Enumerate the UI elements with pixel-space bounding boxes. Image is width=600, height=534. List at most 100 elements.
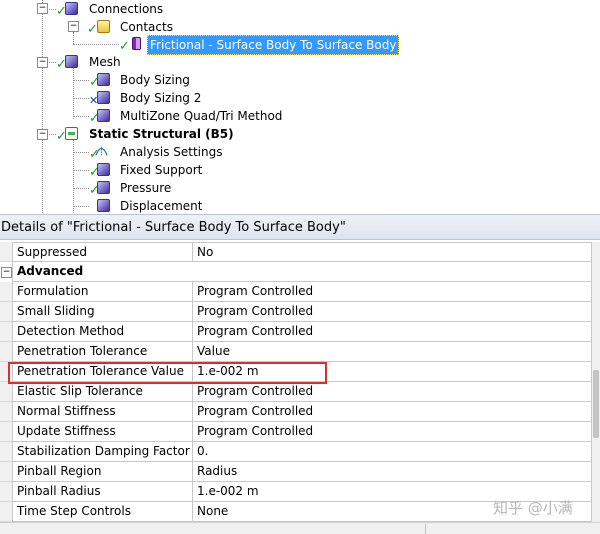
property-name: Formulation [12,282,193,302]
property-group-row[interactable]: − Advanced [0,262,592,282]
property-value[interactable]: No [192,242,592,262]
tree-node-label: Body Sizing [120,73,190,87]
tree-line [73,116,89,117]
tree-line [73,32,74,44]
property-name: Penetration Tolerance [12,342,193,362]
property-name: Detection Method [12,322,193,342]
sizing-icon [97,91,110,104]
tree-line [42,0,43,213]
contact-region-icon [132,37,141,50]
check-icon: ✓ [119,39,130,54]
tree-line [73,188,89,189]
row-gutter [0,322,12,342]
property-row-highlighted[interactable]: Penetration Tolerance Value 1.e-002 m [0,362,592,382]
mesh-icon [65,55,78,68]
row-gutter [0,382,12,402]
property-value[interactable]: Program Controlled [192,282,592,302]
analysis-settings-icon [95,146,108,156]
row-gutter [0,342,12,362]
property-value[interactable]: 0. [192,442,592,462]
property-name: Update Stiffness [12,422,193,442]
tree-line [73,44,119,45]
tree-node-label: Displacement [120,199,203,213]
status-bar [0,522,600,534]
property-value[interactable]: Program Controlled [192,302,592,322]
tree-node-label: Mesh [89,55,121,69]
property-name: Normal Stiffness [12,402,193,422]
tree-node-label: Pressure [120,181,172,195]
property-value[interactable]: Program Controlled [192,322,592,342]
tree-line [73,140,74,213]
property-name: Suppressed [12,242,193,262]
property-row[interactable]: Suppressed No [0,242,592,262]
collapse-toggle[interactable]: − [68,21,79,32]
property-row[interactable]: Penetration Tolerance Value [0,342,592,362]
row-gutter [0,482,12,502]
property-value[interactable]: 1.e-002 m [192,362,592,382]
tree-node-label: MultiZone Quad/Tri Method [120,109,283,123]
property-row[interactable]: Formulation Program Controlled [0,282,592,302]
row-gutter [0,282,12,302]
property-row[interactable]: Stabilization Damping Factor 0. [0,442,592,462]
property-value[interactable]: Radius [192,462,592,482]
row-gutter [0,462,12,482]
row-gutter [0,402,12,422]
property-row[interactable]: Elastic Slip Tolerance Program Controlle… [0,382,592,402]
property-name: Pinball Region [12,462,193,482]
method-icon [97,109,110,122]
tree-line [73,80,89,81]
collapse-toggle[interactable]: − [37,57,48,68]
tree-line [73,98,89,99]
row-gutter [0,442,12,462]
watermark: 知乎 @小满 [493,499,573,517]
folder-icon [97,20,110,33]
status-pane-divider [425,524,426,534]
details-panel-title: Details of "Frictional - Surface Body To… [0,214,600,240]
connections-icon [65,2,78,15]
property-value[interactable]: Value [192,342,592,362]
property-row[interactable]: Pinball Region Radius [0,462,592,482]
row-gutter [0,502,12,522]
fixed-support-icon [97,163,110,176]
details-scrollbar[interactable] [592,242,600,522]
row-gutter [0,242,12,262]
tree-node-label-selected: Frictional - Surface Body To Surface Bod… [147,35,400,55]
property-row[interactable]: Update Stiffness Program Controlled [0,422,592,442]
static-structural-icon [65,127,78,140]
property-value[interactable]: Program Controlled [192,382,592,402]
group-collapse-toggle[interactable]: − [1,267,12,278]
details-grid: Suppressed No − Advanced Formulation Pro… [0,242,592,522]
property-name: Pinball Radius [12,482,193,502]
tree-node-label: Analysis Settings [120,145,223,159]
tree-line [73,67,74,119]
displacement-icon [97,199,110,212]
tree-line [73,206,89,207]
sizing-icon [97,73,110,86]
property-value[interactable]: Program Controlled [192,402,592,422]
property-name: Elastic Slip Tolerance [12,382,193,402]
row-gutter [0,302,12,322]
tree-node-label: Connections [89,2,164,16]
tree-line [73,152,89,153]
property-name: Time Step Controls [12,502,193,522]
pressure-icon [97,181,110,194]
tree-node-label: Static Structural (B5) [89,127,234,141]
property-row[interactable]: Normal Stiffness Program Controlled [0,402,592,422]
property-name: Small Sliding [12,302,193,322]
property-group-label: Advanced [12,262,592,282]
scrollbar-thumb[interactable] [593,370,599,438]
property-name: Stabilization Damping Factor [12,442,193,462]
property-row[interactable]: Detection Method Program Controlled [0,322,592,342]
collapse-toggle[interactable]: − [37,129,48,140]
property-name: Penetration Tolerance Value [12,362,193,382]
collapse-toggle[interactable]: − [37,3,48,14]
tree-node-label: Body Sizing 2 [120,91,202,105]
tree-line [73,170,89,171]
property-row[interactable]: Small Sliding Program Controlled [0,302,592,322]
tree-node-label: Fixed Support [120,163,203,177]
row-gutter [0,422,12,442]
row-gutter [0,362,12,382]
property-value[interactable]: Program Controlled [192,422,592,442]
tree-node-label: Contacts [120,20,173,34]
outline-tree: − ✓ Connections − ✓ Contacts ✓ Frictiona… [0,0,600,213]
